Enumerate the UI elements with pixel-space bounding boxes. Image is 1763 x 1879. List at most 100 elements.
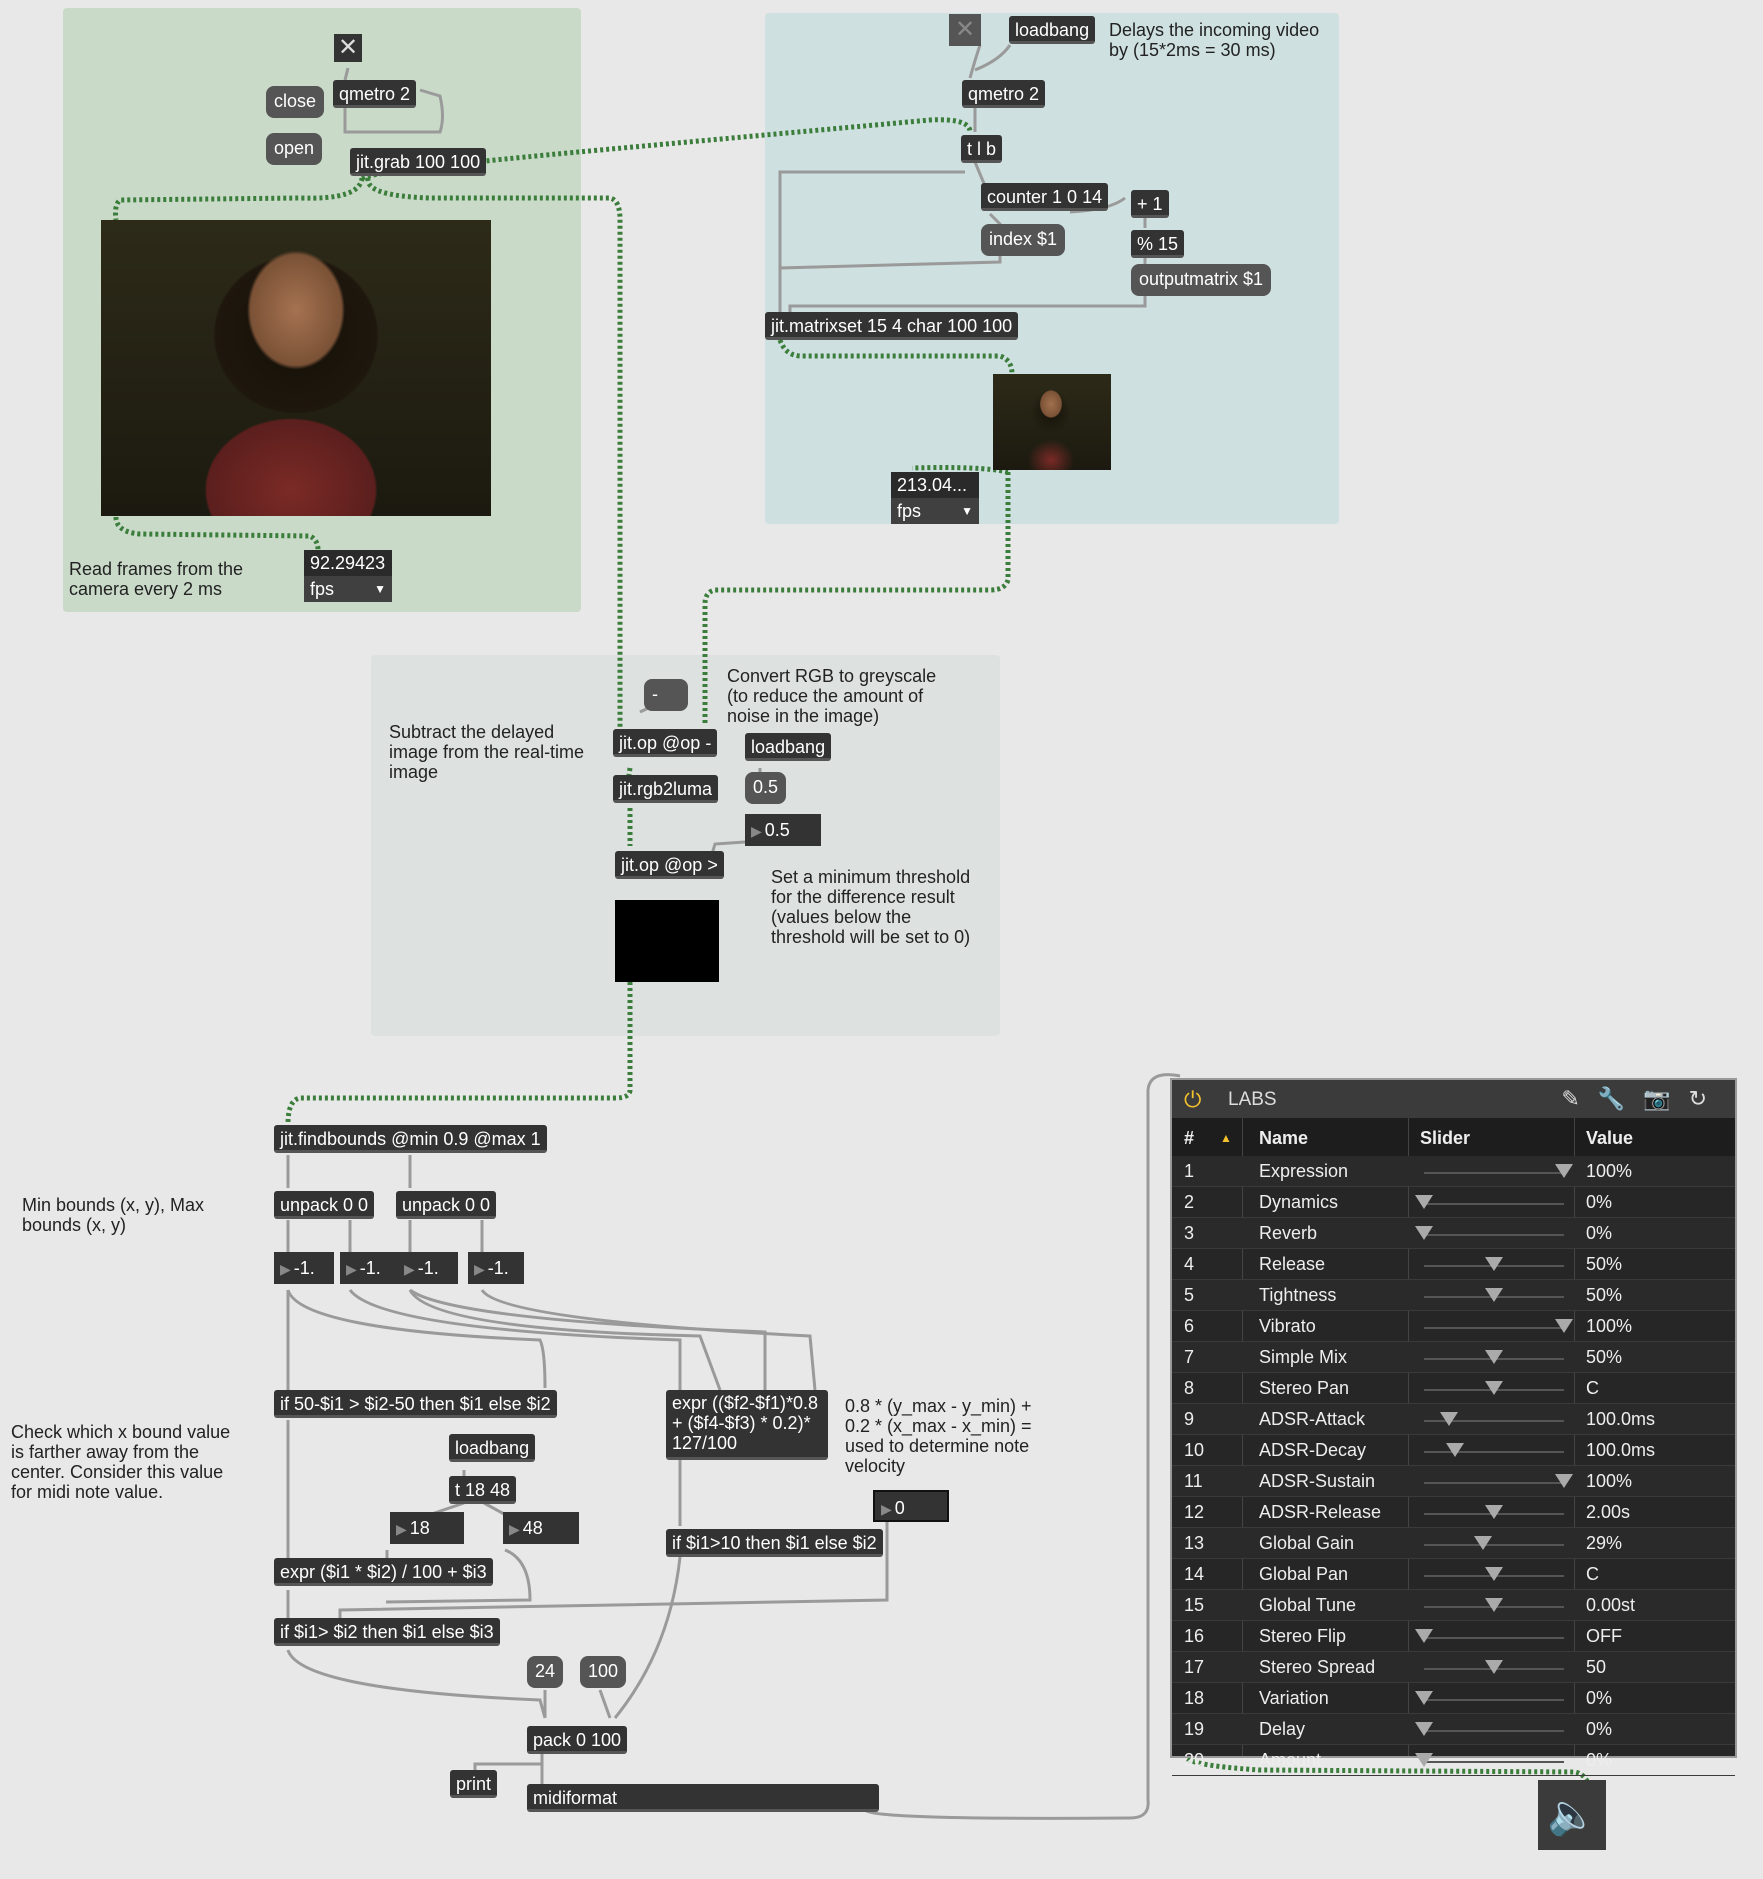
row-slider-thumb[interactable] [1485,1288,1503,1302]
row-slider-thumb[interactable] [1415,1629,1433,1643]
labs-row[interactable]: 14 Global Pan C [1172,1559,1735,1590]
message-24[interactable]: 24 [527,1656,564,1688]
max-y-number[interactable]: ▶ -1. [468,1252,524,1284]
labs-row[interactable]: 11 ADSR-Sustain 100% [1172,1466,1735,1497]
speaker-output[interactable]: 🔈 [1538,1780,1606,1850]
number-zero[interactable]: ▶ 0 [873,1490,949,1522]
unpack-max[interactable]: unpack 0 0 [396,1191,497,1219]
fps-meter-right[interactable]: 213.04... fps ▼ [891,472,979,524]
row-slider-thumb[interactable] [1415,1753,1433,1767]
qmetro-right[interactable]: qmetro 2 [962,80,1046,108]
pack[interactable]: pack 0 100 [527,1726,628,1754]
power-icon[interactable]: ⏻ [1184,1087,1201,1113]
row-slider-thumb[interactable] [1485,1598,1503,1612]
row-slider-track[interactable] [1424,1544,1564,1546]
row-slider-track[interactable] [1424,1234,1564,1236]
modulo-15[interactable]: % 15 [1131,230,1185,258]
row-slider-track[interactable] [1424,1699,1564,1701]
col-name[interactable]: Name [1259,1128,1308,1149]
row-slider-thumb[interactable] [1415,1226,1433,1240]
message-100[interactable]: 100 [580,1656,627,1688]
col-num[interactable]: # [1184,1128,1194,1149]
labs-row[interactable]: 4 Release 50% [1172,1249,1735,1280]
labs-row[interactable]: 18 Variation 0% [1172,1683,1735,1714]
trigger-18-48[interactable]: t 18 48 [449,1476,517,1504]
col-slider[interactable]: Slider [1420,1128,1470,1149]
labs-row[interactable]: 16 Stereo Flip OFF [1172,1621,1735,1652]
jit-op-greater[interactable]: jit.op @op > [615,851,724,879]
row-slider-thumb[interactable] [1485,1505,1503,1519]
jit-matrixset[interactable]: jit.matrixset 15 4 char 100 100 [765,312,1019,340]
row-slider-track[interactable] [1424,1482,1564,1484]
row-slider-thumb[interactable] [1485,1381,1503,1395]
row-slider-thumb[interactable] [1485,1567,1503,1581]
labs-row[interactable]: 9 ADSR-Attack 100.0ms [1172,1404,1735,1435]
fps-unit-left[interactable]: fps ▼ [304,576,392,602]
row-slider-thumb[interactable] [1555,1474,1573,1488]
plus-one[interactable]: + 1 [1131,190,1169,218]
labs-row[interactable]: 7 Simple Mix 50% [1172,1342,1735,1373]
row-slider-thumb[interactable] [1415,1691,1433,1705]
toggle-right[interactable]: ✕ [949,14,981,46]
row-slider-thumb[interactable] [1485,1350,1503,1364]
toggle-left[interactable]: ✕ [334,34,362,62]
edit-icon[interactable]: ✎ [1561,1086,1597,1111]
row-slider-track[interactable] [1424,1637,1564,1639]
row-slider-track[interactable] [1424,1203,1564,1205]
loadbang-middle[interactable]: loadbang [745,733,832,761]
row-slider-thumb[interactable] [1555,1164,1573,1178]
threshold-message[interactable]: 0.5 [745,772,787,804]
outputmatrix-message[interactable]: outputmatrix $1 [1131,264,1272,296]
threshold-flonum[interactable]: ▶ 0.5 [745,814,821,846]
loadbang-bottom[interactable]: loadbang [449,1434,536,1462]
row-slider-thumb[interactable] [1485,1257,1503,1271]
row-slider-thumb[interactable] [1440,1412,1459,1426]
labs-row[interactable]: 17 Stereo Spread 50 [1172,1652,1735,1683]
col-value[interactable]: Value [1586,1128,1633,1149]
qmetro-left[interactable]: qmetro 2 [333,80,417,108]
labs-row[interactable]: 15 Global Tune 0.00st [1172,1590,1735,1621]
labs-row[interactable]: 13 Global Gain 29% [1172,1528,1735,1559]
row-slider-thumb[interactable] [1415,1722,1433,1736]
if-farther-bound[interactable]: if 50-$i1 > $i2-50 then $i1 else $i2 [274,1390,557,1418]
if-velocity[interactable]: if $i1>10 then $i1 else $i2 [666,1529,883,1557]
camera-icon[interactable]: 📷 [1643,1086,1688,1111]
close-message[interactable]: close [266,86,325,118]
labs-row[interactable]: 8 Stereo Pan C [1172,1373,1735,1404]
jit-findbounds[interactable]: jit.findbounds @min 0.9 @max 1 [274,1125,547,1153]
trigger-tlb[interactable]: t l b [961,135,1003,163]
sort-up-icon[interactable]: ▲ [1220,1131,1232,1145]
fps-unit-right[interactable]: fps ▼ [891,498,979,524]
row-slider-thumb[interactable] [1485,1660,1503,1674]
wrench-icon[interactable]: 🔧 [1598,1086,1643,1111]
row-slider-track[interactable] [1424,1761,1564,1763]
labs-row[interactable]: 1 Expression 100% [1172,1156,1735,1187]
fps-meter-left[interactable]: 92.29423 fps ▼ [304,550,392,602]
labs-row[interactable]: 10 ADSR-Decay 100.0ms [1172,1435,1735,1466]
expr-velocity[interactable]: expr (($f2-$f1)*0.8 + ($f4-$f3) * 0.2)* … [666,1390,828,1460]
jit-op-minus[interactable]: jit.op @op - [613,729,718,757]
if-note[interactable]: if $i1> $i2 then $i1 else $i3 [274,1618,500,1646]
labs-row[interactable]: 20 Amount 0% [1172,1745,1735,1776]
row-slider-thumb[interactable] [1415,1195,1433,1209]
loadbang-right[interactable]: loadbang [1009,16,1096,44]
min-y-number[interactable]: ▶ -1. [340,1252,400,1284]
print[interactable]: print [450,1770,498,1798]
jit-rgb2luma[interactable]: jit.rgb2luma [613,775,719,803]
min-x-number[interactable]: ▶ -1. [274,1252,334,1284]
number-18[interactable]: ▶ 18 [390,1512,464,1544]
row-slider-track[interactable] [1424,1327,1564,1329]
row-slider-thumb[interactable] [1445,1443,1464,1457]
row-slider-thumb[interactable] [1555,1319,1573,1333]
labs-row[interactable]: 5 Tightness 50% [1172,1280,1735,1311]
labs-row[interactable]: 6 Vibrato 100% [1172,1311,1735,1342]
unpack-min[interactable]: unpack 0 0 [274,1191,375,1219]
row-slider-thumb[interactable] [1473,1536,1492,1550]
row-slider-track[interactable] [1424,1730,1564,1732]
labs-row[interactable]: 19 Delay 0% [1172,1714,1735,1745]
refresh-icon[interactable]: ↻ [1689,1086,1725,1111]
labs-row[interactable]: 3 Reverb 0% [1172,1218,1735,1249]
max-x-number[interactable]: ▶ -1. [398,1252,458,1284]
expr-note[interactable]: expr ($i1 * $i2) / 100 + $i3 [274,1558,493,1586]
midiformat[interactable]: midiformat [527,1784,879,1812]
